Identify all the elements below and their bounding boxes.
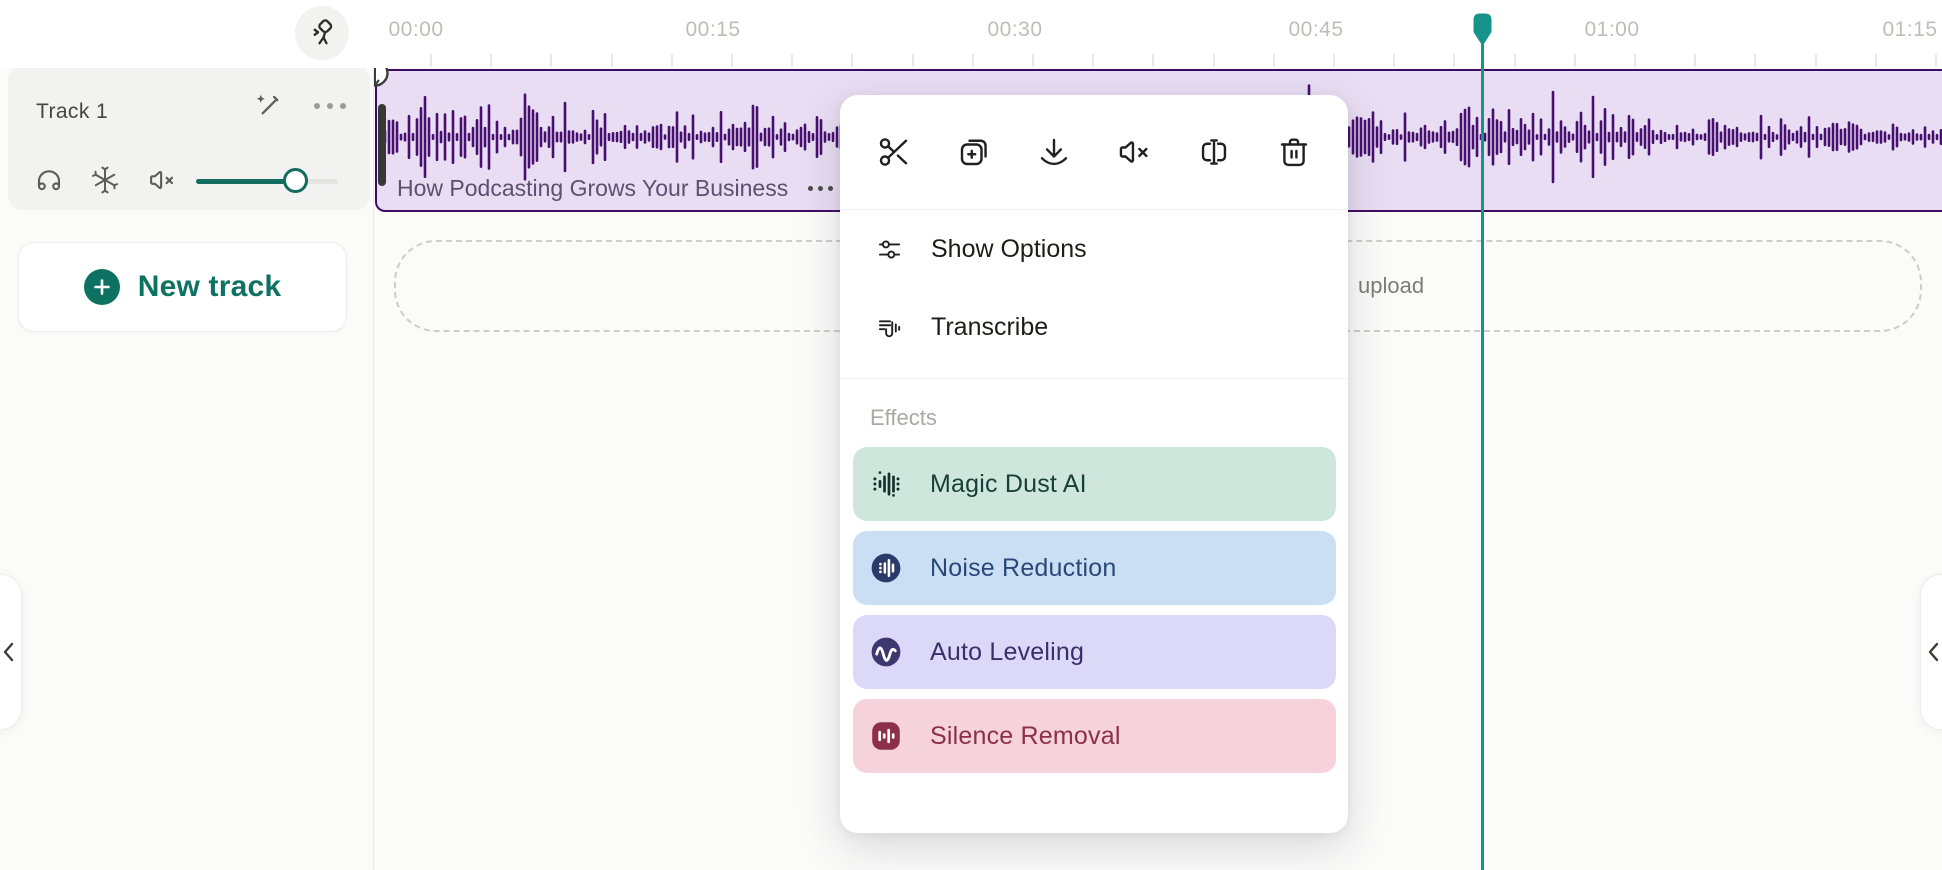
mute-button[interactable] [1116, 134, 1152, 170]
split-icon [1196, 134, 1232, 170]
effect-auto-leveling[interactable]: Auto Leveling [853, 615, 1336, 689]
magic-dust-icon [868, 466, 904, 502]
trash-icon [1276, 134, 1312, 170]
track-sidebar: Track 1 [0, 68, 374, 870]
effect-label: Magic Dust AI [930, 470, 1087, 499]
download-icon [1036, 134, 1072, 170]
duplicate-button[interactable] [956, 134, 992, 170]
effects-list: Magic Dust AI Noise Reduction [853, 447, 1336, 773]
top-bar: 00:00 00:15 00:30 00:45 01:00 01:15 [0, 0, 1942, 68]
right-collapse-tab[interactable] [1920, 574, 1942, 730]
chevron-left-icon [2, 641, 15, 663]
freeze-icon[interactable] [90, 165, 120, 195]
sliders-icon [876, 236, 903, 263]
effect-label: Noise Reduction [930, 554, 1116, 583]
ruler-label: 01:00 [1584, 18, 1639, 42]
effects-section-label: Effects [870, 405, 1348, 431]
ruler-label: 00:30 [987, 18, 1042, 42]
ruler-label: 00:15 [685, 18, 740, 42]
effect-label: Auto Leveling [930, 638, 1084, 667]
menu-item-label: Transcribe [931, 313, 1048, 342]
ruler-label: 00:45 [1288, 18, 1343, 42]
ruler-ticks [376, 54, 1942, 68]
menu-divider [840, 378, 1348, 379]
plus-icon [84, 269, 120, 305]
track-more-button[interactable] [304, 96, 356, 116]
chevron-left-icon [1927, 641, 1940, 663]
effect-magic-dust-ai[interactable]: Magic Dust AI [853, 447, 1336, 521]
download-button[interactable] [1036, 134, 1072, 170]
track-title: Track 1 [36, 100, 108, 124]
volume-slider-knob[interactable] [283, 168, 308, 193]
effect-noise-reduction[interactable]: Noise Reduction [853, 531, 1336, 605]
magic-wand-icon[interactable] [252, 90, 284, 122]
menu-item-label: Show Options [931, 235, 1087, 264]
ruler-label: 00:00 [388, 18, 443, 42]
clip-more-button[interactable] [804, 182, 837, 195]
volume-slider[interactable] [196, 170, 346, 192]
transcribe-icon [876, 314, 903, 341]
split-button[interactable] [1196, 134, 1232, 170]
noise-reduction-icon [868, 550, 904, 586]
volume-mute-icon [1116, 134, 1152, 170]
clip-label: How Podcasting Grows Your Business [397, 175, 788, 202]
headphones-icon[interactable] [34, 165, 64, 195]
copy-plus-icon [956, 134, 992, 170]
menu-item-show-options[interactable]: Show Options [840, 210, 1348, 288]
track-mute-icon[interactable] [146, 165, 178, 195]
cut-button[interactable] [876, 134, 912, 170]
track-header-card: Track 1 [8, 66, 370, 210]
effect-silence-removal[interactable]: Silence Removal [853, 699, 1336, 773]
clip-trim-handle[interactable] [378, 104, 386, 186]
mic-icon [307, 18, 337, 48]
clip-context-menu: Show Options Transcribe Effects [840, 95, 1348, 833]
auto-leveling-icon [868, 634, 904, 670]
volume-slider-fill [196, 179, 295, 184]
playhead-marker[interactable] [1470, 12, 1495, 50]
effect-label: Silence Removal [930, 722, 1121, 751]
new-track-label: New track [138, 270, 282, 304]
scissors-icon [876, 134, 912, 170]
new-track-button[interactable]: New track [18, 242, 347, 332]
menu-action-row [840, 95, 1348, 210]
dropzone-text: upload [1358, 273, 1424, 299]
menu-item-transcribe[interactable]: Transcribe [840, 288, 1348, 366]
delete-button[interactable] [1276, 134, 1312, 170]
ruler-label: 01:15 [1882, 18, 1937, 42]
left-collapse-tab[interactable] [0, 574, 22, 730]
magic-mic-button[interactable] [295, 6, 349, 60]
silence-removal-icon [868, 718, 904, 754]
clip-caption: How Podcasting Grows Your Business [397, 175, 837, 202]
